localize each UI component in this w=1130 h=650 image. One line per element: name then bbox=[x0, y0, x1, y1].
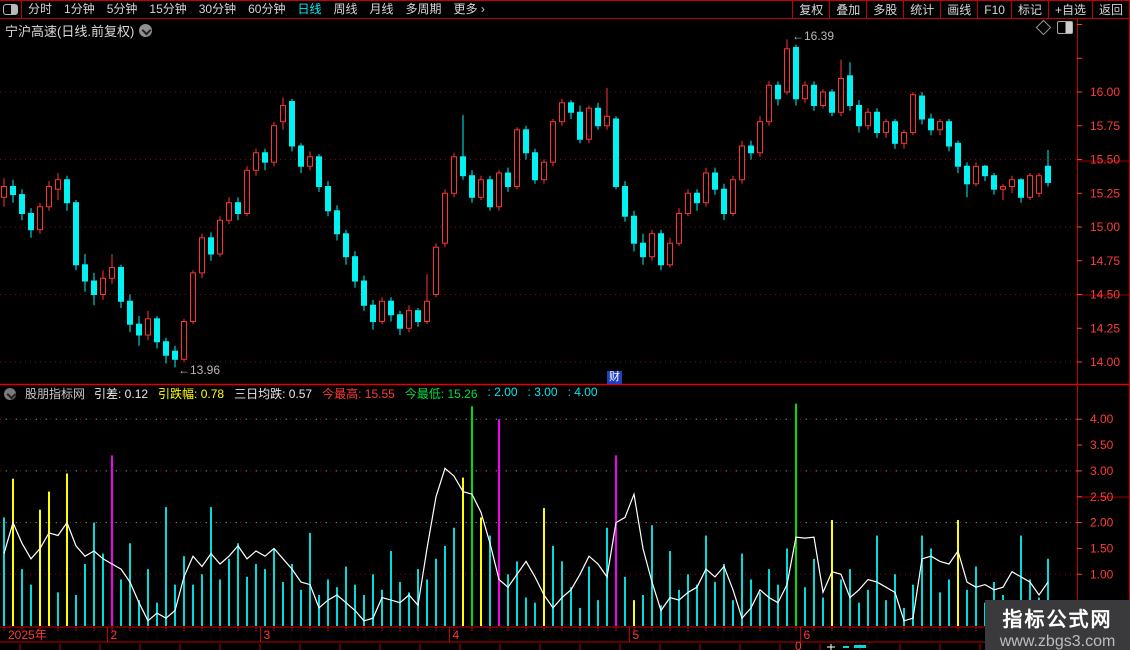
svg-text:3.50: 3.50 bbox=[1090, 438, 1114, 452]
top-toolbar: 分时 1分钟 5分钟 15分钟 30分钟 60分钟 日线 周线 月线 多周期 更多 › 复权 叠加 多股… bbox=[0, 0, 1130, 19]
trading-app-window: 16.00 15.75 15.50 15.25 15.00 14.75 14.50 14.25… bbox=[0, 0, 1130, 650]
toolbar-button-4[interactable]: 画线 bbox=[940, 1, 977, 18]
period-tab-4[interactable]: 30分钟 bbox=[193, 1, 242, 18]
financial-report-marker[interactable]: 财 bbox=[607, 371, 622, 384]
low-price-annotation: ←13.96 bbox=[178, 363, 221, 378]
title-collapse-chevron-icon[interactable] bbox=[139, 24, 153, 37]
svg-text:3: 3 bbox=[264, 628, 271, 642]
page-title: 宁沪高速(日线.前复权) bbox=[5, 24, 135, 39]
indicator-field-6: : 3.00 bbox=[527, 385, 558, 399]
svg-text:15.50: 15.50 bbox=[1090, 153, 1120, 167]
svg-text:15.00: 15.00 bbox=[1090, 220, 1120, 234]
indicator-values: 引差: 0.12 引跌幅: 0.78 三日均跌: 0.57 今最高: 15.55 今最低… bbox=[94, 385, 598, 402]
indicator-field-0: 引差: 0.12 bbox=[94, 387, 149, 401]
svg-text:6: 6 bbox=[804, 628, 811, 642]
period-tab-10[interactable]: 更多 › bbox=[448, 1, 491, 18]
toolbar-button-8[interactable]: 返回 bbox=[1091, 1, 1130, 18]
indicator-header: 股朋指标网 引差: 0.12 引跌幅: 0.78 三日均跌: 0.57 今最高: 15… bbox=[4, 385, 598, 402]
period-tab-5[interactable]: 60分钟 bbox=[242, 1, 291, 18]
toolbar-button-2[interactable]: 多股 bbox=[866, 1, 903, 18]
toolbar-button-7[interactable]: +自选 bbox=[1047, 1, 1092, 18]
period-tab-6[interactable]: 日线 bbox=[291, 1, 327, 18]
period-tab-8[interactable]: 月线 bbox=[364, 1, 400, 18]
watermark-title: 指标公式网 bbox=[1002, 609, 1113, 631]
pane-split-icon[interactable] bbox=[1057, 21, 1073, 34]
svg-text:14.25: 14.25 bbox=[1090, 321, 1120, 335]
indicator-field-5: : 2.00 bbox=[487, 385, 518, 399]
toolbar-button-6[interactable]: 标记 bbox=[1010, 1, 1048, 18]
svg-text:14.50: 14.50 bbox=[1090, 288, 1120, 302]
svg-text:14.75: 14.75 bbox=[1090, 254, 1120, 268]
chart-corner-icons bbox=[1035, 19, 1073, 36]
svg-text:2.00: 2.00 bbox=[1090, 516, 1114, 530]
period-tab-9[interactable]: 多周期 bbox=[400, 1, 448, 18]
toolbar-button-1[interactable]: 叠加 bbox=[829, 1, 866, 18]
svg-text:1.00: 1.00 bbox=[1090, 567, 1114, 581]
svg-text:0: 0 bbox=[795, 639, 802, 650]
period-tab-1[interactable]: 1分钟 bbox=[58, 1, 101, 18]
svg-text:1.50: 1.50 bbox=[1090, 541, 1114, 555]
chart-title-row: 宁沪高速(日线.前复权) bbox=[5, 21, 153, 40]
svg-text:4.00: 4.00 bbox=[1090, 412, 1114, 426]
indicator-field-3: 今最高: 15.55 bbox=[322, 387, 395, 401]
svg-text:16.00: 16.00 bbox=[1090, 85, 1120, 99]
mark-diamond-icon[interactable] bbox=[1035, 19, 1052, 36]
indicator-source-label: 股朋指标网 bbox=[25, 387, 86, 401]
svg-text:3.00: 3.00 bbox=[1090, 464, 1114, 478]
svg-text:2025年: 2025年 bbox=[8, 628, 47, 642]
svg-text:2.50: 2.50 bbox=[1090, 490, 1114, 504]
chart-canvas: 16.00 15.75 15.50 15.25 15.00 14.75 14.50 14.25… bbox=[0, 0, 1130, 650]
site-watermark: 指标公式网 www.zbgs3.com bbox=[985, 600, 1130, 650]
period-tabs: 分时 1分钟 5分钟 15分钟 30分钟 60分钟 日线 周线 月线 多周期 更多 › bbox=[22, 1, 491, 18]
toolbar-button-5[interactable]: F10 bbox=[977, 1, 1011, 18]
svg-text:14.00: 14.00 bbox=[1090, 355, 1120, 369]
high-price-annotation: ←16.39 bbox=[792, 29, 835, 44]
indicator-field-7: : 4.00 bbox=[567, 385, 598, 399]
split-window-icon bbox=[3, 4, 18, 15]
svg-text:15.25: 15.25 bbox=[1090, 186, 1120, 200]
layout-toggle-button[interactable] bbox=[0, 1, 22, 18]
indicator-field-4: 今最低: 15.26 bbox=[404, 387, 478, 401]
indicator-collapse-chevron-icon[interactable] bbox=[4, 387, 16, 400]
watermark-url: www.zbgs3.com bbox=[999, 633, 1116, 650]
toolbar-button-3[interactable]: 统计 bbox=[903, 1, 940, 18]
period-tab-3[interactable]: 15分钟 bbox=[143, 1, 192, 18]
period-tab-0[interactable]: 分时 bbox=[22, 1, 58, 18]
toolbar-actions: 复权 叠加 多股 统计 画线 F10 标记 +自选 返回 bbox=[792, 1, 1130, 18]
indicator-field-1: 引跌幅: 0.78 bbox=[158, 387, 225, 401]
period-tab-7[interactable]: 周线 bbox=[327, 1, 363, 18]
svg-text:15.75: 15.75 bbox=[1090, 119, 1120, 133]
toolbar-button-0[interactable]: 复权 bbox=[792, 1, 829, 18]
indicator-field-2: 三日均跌: 0.57 bbox=[234, 387, 313, 401]
period-tab-2[interactable]: 5分钟 bbox=[101, 1, 144, 18]
